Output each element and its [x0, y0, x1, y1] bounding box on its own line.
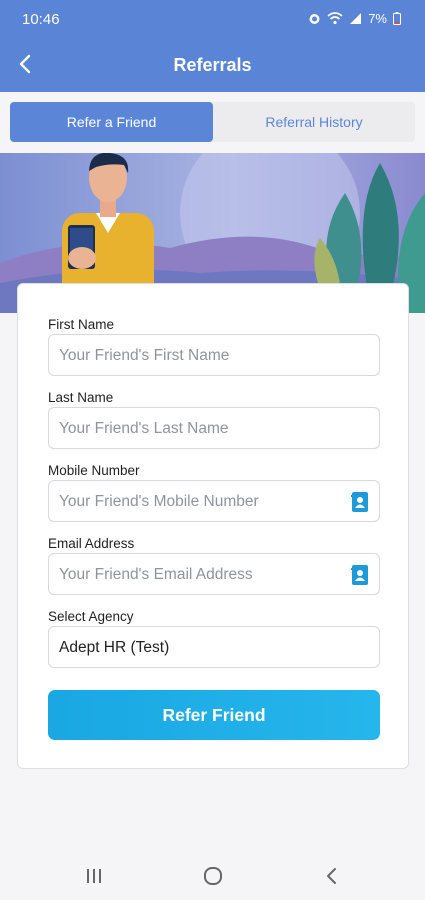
select-agency-label: Select Agency	[48, 609, 134, 624]
home-icon	[204, 867, 222, 885]
contact-book-icon[interactable]	[351, 492, 369, 512]
status-icons: 7%	[308, 11, 401, 26]
tab-bar: Refer a Friend Referral History	[10, 102, 415, 142]
status-bar: 10:46 7%	[0, 0, 425, 40]
page-title: Referrals	[173, 55, 252, 75]
wifi-icon	[327, 12, 343, 25]
mobile-number-field[interactable]: Your Friend's Mobile Number	[48, 480, 380, 522]
system-back-button[interactable]	[320, 864, 344, 888]
status-time: 10:46	[22, 11, 60, 28]
battery-icon	[393, 12, 401, 25]
first-name-field[interactable]: Your Friend's First Name	[48, 334, 380, 376]
email-address-label: Email Address	[48, 536, 135, 551]
home-button[interactable]	[201, 864, 225, 888]
signal-icon	[350, 13, 362, 24]
email-address-placeholder: Your Friend's Email Address	[59, 566, 253, 583]
agency-selected-value: Adept HR (Test)	[59, 639, 170, 656]
tab-referral-history[interactable]: Referral History	[213, 102, 415, 142]
mobile-number-placeholder: Your Friend's Mobile Number	[59, 493, 259, 510]
agency-select[interactable]: Adept HR (Test)	[48, 626, 380, 668]
first-name-placeholder: Your Friend's First Name	[59, 347, 230, 364]
tab-refer-a-friend[interactable]: Refer a Friend	[10, 102, 213, 142]
refer-friend-button[interactable]: Refer Friend	[48, 690, 380, 740]
referral-form: First Name Your Friend's First Name Last…	[17, 283, 409, 769]
last-name-field[interactable]: Your Friend's Last Name	[48, 407, 380, 449]
last-name-label: Last Name	[48, 390, 114, 405]
email-address-field[interactable]: Your Friend's Email Address	[48, 553, 380, 595]
alarm-icon	[309, 14, 320, 24]
system-back-icon	[327, 868, 336, 884]
recent-apps-icon	[87, 869, 101, 883]
contact-book-icon[interactable]	[351, 565, 369, 585]
app-header: 10:46 7% Referrals	[0, 0, 425, 92]
last-name-placeholder: Your Friend's Last Name	[59, 420, 229, 437]
recent-apps-button[interactable]	[82, 864, 106, 888]
system-nav-bar	[0, 852, 425, 900]
header-bar: Referrals	[0, 40, 425, 92]
mobile-number-label: Mobile Number	[48, 463, 140, 478]
first-name-label: First Name	[48, 317, 115, 332]
battery-percent: 7%	[368, 11, 387, 26]
